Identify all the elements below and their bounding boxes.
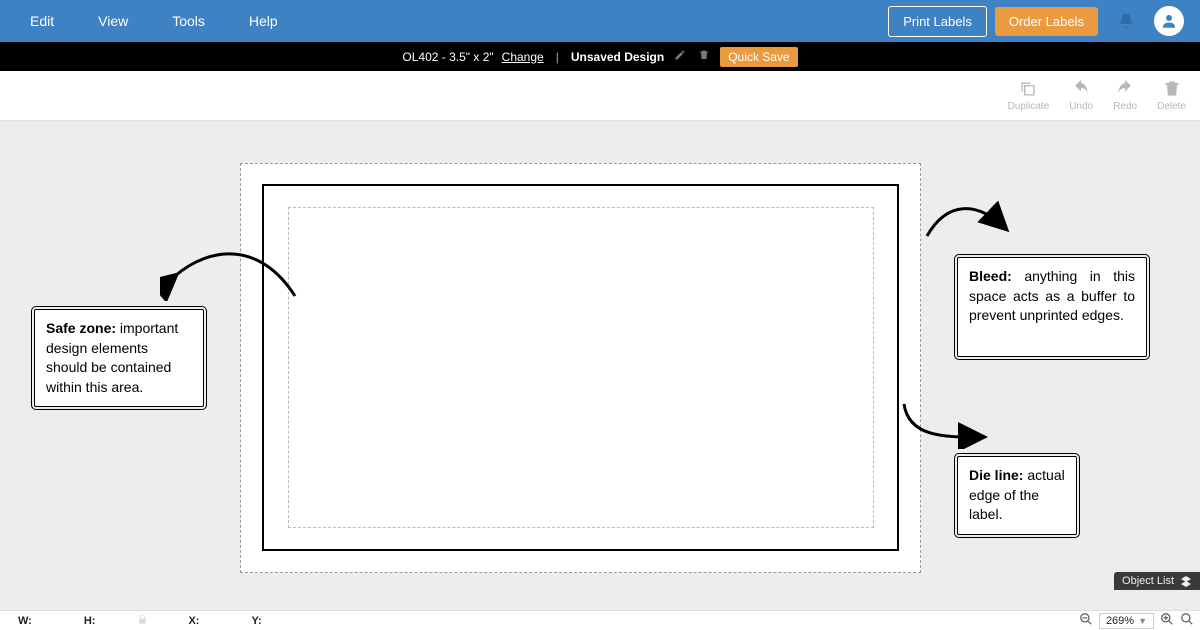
bleed-callout: Bleed: anything in this space acts as a … bbox=[957, 257, 1147, 357]
order-labels-button[interactable]: Order Labels bbox=[995, 7, 1098, 36]
safe-zone-title: Safe zone: bbox=[46, 320, 116, 336]
menu-view[interactable]: View bbox=[76, 13, 150, 29]
x-label: X: bbox=[188, 615, 199, 627]
tool-strip: Duplicate Undo Redo Delete bbox=[0, 71, 1200, 121]
notifications-icon[interactable] bbox=[1110, 12, 1142, 30]
menu-tools[interactable]: Tools bbox=[150, 13, 227, 29]
layers-icon bbox=[1180, 575, 1192, 587]
duplicate-label: Duplicate bbox=[1008, 101, 1050, 112]
chevron-down-icon: ▼ bbox=[1138, 616, 1147, 626]
redo-label: Redo bbox=[1113, 101, 1137, 112]
object-list-tab[interactable]: Object List bbox=[1114, 572, 1200, 590]
zoom-level-select[interactable]: 269% ▼ bbox=[1099, 613, 1154, 629]
redo-button[interactable]: Redo bbox=[1113, 79, 1137, 112]
canvas-area[interactable]: Safe zone: important design elements sho… bbox=[0, 121, 1200, 610]
zoom-in-button[interactable] bbox=[1160, 612, 1174, 629]
pencil-icon[interactable] bbox=[674, 49, 686, 64]
safe-zone-area bbox=[288, 207, 874, 528]
height-label: H: bbox=[84, 615, 96, 627]
user-avatar[interactable] bbox=[1154, 6, 1184, 36]
lock-icon[interactable] bbox=[137, 614, 148, 628]
design-name: Unsaved Design bbox=[571, 50, 664, 64]
print-labels-button[interactable]: Print Labels bbox=[888, 6, 987, 37]
main-menu: Edit View Tools Help bbox=[8, 13, 300, 29]
bleed-arrow bbox=[917, 196, 1017, 246]
zoom-out-button[interactable] bbox=[1079, 612, 1093, 629]
die-title: Die line: bbox=[969, 467, 1023, 483]
delete-label: Delete bbox=[1157, 101, 1186, 112]
bleed-title: Bleed: bbox=[969, 268, 1012, 284]
status-bar: W: H: X: Y: 269% ▼ bbox=[0, 610, 1200, 630]
context-bar: OL402 - 3.5" x 2" Change | Unsaved Desig… bbox=[0, 42, 1200, 71]
zoom-fit-button[interactable] bbox=[1180, 612, 1194, 629]
top-menu-bar: Edit View Tools Help Print Labels Order … bbox=[0, 0, 1200, 42]
undo-label: Undo bbox=[1069, 101, 1093, 112]
change-label-link[interactable]: Change bbox=[502, 50, 544, 64]
duplicate-button[interactable]: Duplicate bbox=[1008, 79, 1050, 112]
delete-button[interactable]: Delete bbox=[1157, 79, 1186, 112]
trash-icon[interactable] bbox=[698, 49, 710, 64]
zoom-level-value: 269% bbox=[1106, 615, 1134, 627]
die-line-callout: Die line: actual edge of the label. bbox=[957, 456, 1077, 535]
width-label: W: bbox=[18, 615, 32, 627]
label-product-id: OL402 - 3.5" x 2" bbox=[402, 50, 493, 64]
menu-help[interactable]: Help bbox=[227, 13, 300, 29]
divider: | bbox=[556, 50, 559, 64]
y-label: Y: bbox=[251, 615, 261, 627]
object-list-label: Object List bbox=[1122, 575, 1174, 587]
menu-edit[interactable]: Edit bbox=[8, 13, 76, 29]
quick-save-button[interactable]: Quick Save bbox=[720, 47, 797, 67]
safe-zone-callout: Safe zone: important design elements sho… bbox=[34, 309, 204, 407]
undo-button[interactable]: Undo bbox=[1069, 79, 1093, 112]
